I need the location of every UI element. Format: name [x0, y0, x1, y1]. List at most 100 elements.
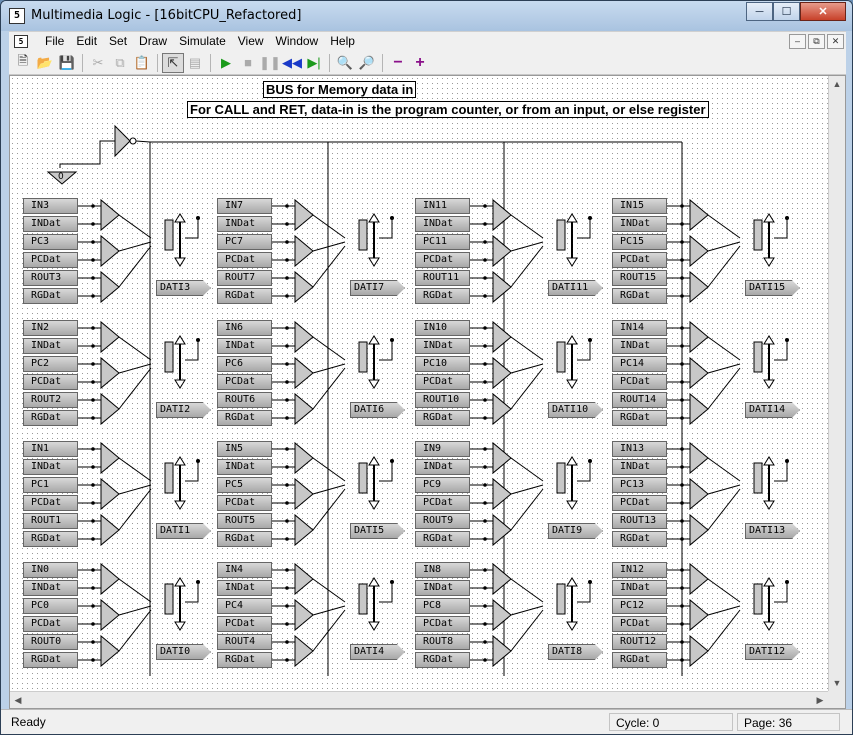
signal-tag[interactable]: INDat [217, 216, 272, 232]
signal-tag[interactable]: RGDat [217, 288, 272, 304]
document-icon[interactable]: 5 [14, 35, 28, 48]
close-button[interactable]: ✕ [800, 2, 846, 21]
open-icon[interactable]: 📂 [34, 53, 56, 73]
signal-tag[interactable]: PCDat [612, 495, 667, 511]
signal-tag[interactable]: ROUT5 [217, 513, 272, 529]
signal-tag[interactable]: IN1 [23, 441, 78, 457]
menu-view[interactable]: View [232, 34, 270, 48]
signal-tag[interactable]: ROUT7 [217, 270, 272, 286]
signal-tag[interactable]: PC4 [217, 598, 272, 614]
cut-icon[interactable]: ✂ [87, 53, 109, 73]
signal-tag[interactable]: RGDat [612, 288, 667, 304]
title-bar[interactable]: 5 Multimedia Logic - [16bitCPU_Refactore… [1, 1, 852, 31]
step-back-icon[interactable]: ◀◀ [281, 53, 303, 73]
signal-tag[interactable]: RGDat [612, 652, 667, 668]
scroll-right-icon[interactable]: ▶ [812, 692, 828, 708]
menu-help[interactable]: Help [324, 34, 361, 48]
signal-tag[interactable]: RGDat [23, 410, 78, 426]
circuit-canvas[interactable]: BUS for Memory data in For CALL and RET,… [10, 76, 828, 690]
signal-tag[interactable]: PC8 [415, 598, 470, 614]
signal-tag[interactable]: IN10 [415, 320, 470, 336]
signal-tag[interactable]: INDat [415, 216, 470, 232]
signal-tag[interactable]: PCDat [217, 374, 272, 390]
signal-tag[interactable]: IN9 [415, 441, 470, 457]
signal-tag[interactable]: ROUT1 [23, 513, 78, 529]
select-icon[interactable]: ⇱ [162, 52, 184, 73]
paste-icon[interactable]: 📋 [131, 53, 153, 73]
signal-tag[interactable]: RGDat [217, 652, 272, 668]
signal-tag[interactable]: PCDat [217, 252, 272, 268]
signal-tag[interactable]: RGDat [217, 531, 272, 547]
signal-tag[interactable]: RGDat [612, 531, 667, 547]
signal-tag[interactable]: IN15 [612, 198, 667, 214]
signal-tag[interactable]: INDat [23, 338, 78, 354]
menu-simulate[interactable]: Simulate [173, 34, 232, 48]
signal-tag[interactable]: PCDat [415, 374, 470, 390]
signal-tag[interactable]: INDat [612, 459, 667, 475]
zoom-out-icon[interactable]: 🔍 [334, 53, 356, 73]
bus-label[interactable]: BUS for Memory data in [263, 81, 417, 98]
signal-tag[interactable]: INDat [217, 580, 272, 596]
signal-tag[interactable]: INDat [415, 338, 470, 354]
signal-tag[interactable]: PC10 [415, 356, 470, 372]
signal-tag[interactable]: ROUT10 [415, 392, 470, 408]
output-tag[interactable]: DATI15 [745, 280, 800, 296]
output-tag[interactable]: DATI12 [745, 644, 800, 660]
signal-tag[interactable]: ROUT6 [217, 392, 272, 408]
signal-tag[interactable]: PCDat [415, 252, 470, 268]
signal-tag[interactable]: ROUT4 [217, 634, 272, 650]
signal-tag[interactable]: PC0 [23, 598, 78, 614]
signal-tag[interactable]: PCDat [217, 495, 272, 511]
signal-tag[interactable]: PC12 [612, 598, 667, 614]
output-tag[interactable]: DATI3 [156, 280, 211, 296]
horizontal-scrollbar[interactable]: ◀ ▶ [10, 691, 828, 708]
signal-tag[interactable]: PC9 [415, 477, 470, 493]
menu-set[interactable]: Set [103, 34, 133, 48]
signal-tag[interactable]: IN6 [217, 320, 272, 336]
signal-tag[interactable]: ROUT15 [612, 270, 667, 286]
signal-tag[interactable]: IN7 [217, 198, 272, 214]
signal-tag[interactable]: IN3 [23, 198, 78, 214]
signal-tag[interactable]: ROUT3 [23, 270, 78, 286]
signal-tag[interactable]: PC15 [612, 234, 667, 250]
output-tag[interactable]: DATI14 [745, 402, 800, 418]
output-tag[interactable]: DATI6 [350, 402, 405, 418]
output-tag[interactable]: DATI0 [156, 644, 211, 660]
doc-restore-button[interactable]: ⧉ [808, 34, 825, 49]
text-icon[interactable]: ▤ [184, 53, 206, 73]
output-tag[interactable]: DATI11 [548, 280, 603, 296]
signal-tag[interactable]: IN12 [612, 562, 667, 578]
signal-tag[interactable]: ROUT9 [415, 513, 470, 529]
signal-tag[interactable]: IN13 [612, 441, 667, 457]
signal-tag[interactable]: PCDat [415, 616, 470, 632]
signal-tag[interactable]: INDat [217, 459, 272, 475]
output-tag[interactable]: DATI9 [548, 523, 603, 539]
output-tag[interactable]: DATI5 [350, 523, 405, 539]
copy-icon[interactable]: ⧉ [109, 53, 131, 73]
signal-tag[interactable]: ROUT11 [415, 270, 470, 286]
signal-tag[interactable]: RGDat [23, 531, 78, 547]
save-icon[interactable]: 💾 [56, 53, 78, 73]
signal-tag[interactable]: IN4 [217, 562, 272, 578]
scroll-left-icon[interactable]: ◀ [10, 692, 26, 708]
signal-tag[interactable]: PC6 [217, 356, 272, 372]
doc-close-button[interactable]: ✕ [827, 34, 844, 49]
signal-tag[interactable]: INDat [612, 216, 667, 232]
signal-tag[interactable]: PC3 [23, 234, 78, 250]
signal-tag[interactable]: PCDat [23, 374, 78, 390]
signal-tag[interactable]: PCDat [612, 374, 667, 390]
signal-tag[interactable]: INDat [415, 580, 470, 596]
signal-tag[interactable]: PCDat [612, 616, 667, 632]
stop-icon[interactable]: ■ [237, 53, 259, 73]
signal-tag[interactable]: ROUT13 [612, 513, 667, 529]
menu-file[interactable]: File [39, 34, 70, 48]
signal-tag[interactable]: RGDat [612, 410, 667, 426]
signal-tag[interactable]: INDat [23, 216, 78, 232]
minimize-button[interactable]: ─ [746, 2, 773, 21]
signal-tag[interactable]: ROUT2 [23, 392, 78, 408]
signal-tag[interactable]: INDat [23, 580, 78, 596]
signal-tag[interactable]: INDat [612, 580, 667, 596]
pause-icon[interactable]: ❚❚ [259, 53, 281, 73]
signal-tag[interactable]: INDat [23, 459, 78, 475]
signal-tag[interactable]: PCDat [23, 616, 78, 632]
